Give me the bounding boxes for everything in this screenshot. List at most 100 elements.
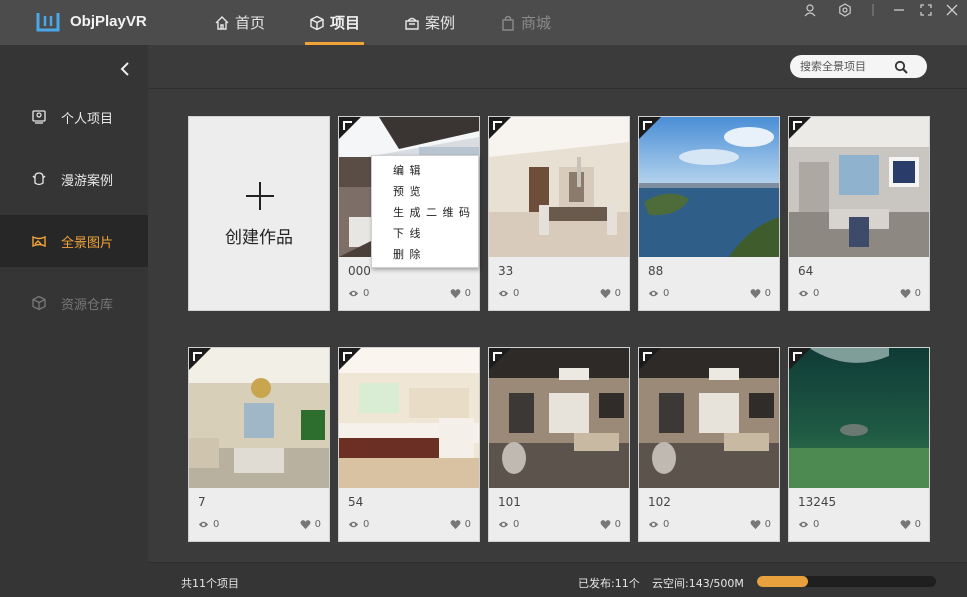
- view-count: 0: [198, 519, 219, 530]
- cube-icon: [310, 15, 324, 30]
- case-icon: [405, 17, 419, 30]
- panorama-badge-icon: [339, 117, 361, 139]
- search-icon[interactable]: [894, 60, 908, 74]
- view-count: 0: [498, 519, 519, 530]
- cloud-space-progress-fill: [757, 576, 809, 587]
- project-title: 13245: [798, 495, 837, 509]
- project-title: 000: [348, 264, 371, 278]
- project-card[interactable]: 64 0 0: [788, 116, 930, 311]
- project-card[interactable]: 7 0 0: [188, 347, 330, 542]
- view-count-value: 0: [663, 519, 670, 530]
- plus-icon: [246, 182, 274, 210]
- like-count: 0: [750, 288, 771, 299]
- sidebar-item-label: 个人项目: [61, 111, 114, 127]
- eye-icon: [498, 290, 509, 297]
- eye-icon: [348, 290, 359, 297]
- project-card[interactable]: 13245 0 0: [788, 347, 930, 542]
- menu-item-offline[interactable]: 下 线: [372, 223, 478, 244]
- tab-cases[interactable]: 案例: [404, 0, 455, 45]
- project-card[interactable]: 54 0 0: [338, 347, 480, 542]
- create-project-label: 创建作品: [225, 228, 293, 248]
- sidebar: 个人项目 漫游案例 全景图片 资源仓库: [0, 45, 148, 597]
- view-count-value: 0: [813, 519, 820, 530]
- collapse-chevron-icon[interactable]: [116, 60, 134, 78]
- project-card[interactable]: 101 0 0: [488, 347, 630, 542]
- project-title: 102: [648, 495, 671, 509]
- context-menu: 编 辑 预 览 生 成 二 维 码 下 线 删 除: [371, 155, 479, 268]
- view-count-value: 0: [363, 288, 370, 299]
- like-count: 0: [900, 519, 921, 530]
- published-count: 已发布:11个: [578, 577, 640, 590]
- project-title: 7: [198, 495, 206, 509]
- cloud-space: 云空间:143/500M: [652, 577, 744, 590]
- like-count: 0: [900, 288, 921, 299]
- eye-icon: [198, 521, 209, 528]
- like-count: 0: [450, 288, 471, 299]
- close-icon[interactable]: [945, 3, 959, 17]
- heart-icon: [300, 520, 311, 530]
- panorama-badge-icon: [639, 117, 661, 139]
- tour-case-icon: [32, 172, 46, 186]
- tab-projects[interactable]: 项目: [304, 0, 365, 45]
- project-card[interactable]: 33 0 0: [488, 116, 630, 311]
- project-card[interactable]: 102 0 0: [638, 347, 780, 542]
- view-count: 0: [348, 288, 369, 299]
- resource-icon: [32, 295, 46, 311]
- sidebar-item-panorama[interactable]: 全景图片: [0, 215, 148, 267]
- sidebar-item-tour-cases[interactable]: 漫游案例: [0, 153, 148, 205]
- user-icon[interactable]: [803, 3, 817, 17]
- status-bar: 共11个项目 已发布:11个 云空间:143/500M: [148, 562, 967, 597]
- sidebar-item-resources[interactable]: 资源仓库: [0, 277, 148, 329]
- view-count-value: 0: [513, 288, 520, 299]
- shop-icon: [502, 15, 514, 31]
- menu-item-preview[interactable]: 预 览: [372, 181, 478, 202]
- panorama-icon: [32, 235, 46, 248]
- like-count: 0: [600, 519, 621, 530]
- create-project-card[interactable]: 创建作品: [188, 116, 330, 311]
- view-count: 0: [348, 519, 369, 530]
- sidebar-item-label: 资源仓库: [61, 297, 114, 313]
- like-count: 0: [600, 288, 621, 299]
- like-count: 0: [750, 519, 771, 530]
- like-count-value: 0: [464, 288, 471, 299]
- project-title: 88: [648, 264, 664, 278]
- project-card[interactable]: 88 0 0: [638, 116, 780, 311]
- project-title: 54: [348, 495, 364, 509]
- tab-shop[interactable]: 商城: [500, 0, 551, 45]
- view-count: 0: [648, 288, 669, 299]
- settings-icon[interactable]: [838, 3, 852, 17]
- menu-item-edit[interactable]: 编 辑: [372, 160, 478, 181]
- heart-icon: [600, 520, 611, 530]
- maximize-icon[interactable]: [919, 3, 933, 17]
- menu-item-delete[interactable]: 删 除: [372, 244, 478, 265]
- like-count-value: 0: [764, 288, 771, 299]
- panorama-badge-icon: [789, 348, 811, 370]
- minimize-icon[interactable]: [892, 3, 906, 17]
- tab-home[interactable]: 首页: [214, 0, 265, 45]
- cloud-space-progress: [757, 576, 936, 587]
- heart-icon: [450, 289, 461, 299]
- tab-home-label: 首页: [235, 14, 266, 32]
- top-bar: ObjPlayVR 首页 项目 案例 商城: [0, 0, 967, 45]
- project-title: 64: [798, 264, 814, 278]
- tab-cases-label: 案例: [425, 14, 456, 32]
- panorama-badge-icon: [639, 348, 661, 370]
- sidebar-item-label: 全景图片: [61, 235, 114, 251]
- eye-icon: [648, 290, 659, 297]
- menu-item-generate-qrcode[interactable]: 生 成 二 维 码: [372, 202, 478, 223]
- eye-icon: [498, 521, 509, 528]
- like-count-value: 0: [914, 288, 921, 299]
- heart-icon: [900, 289, 911, 299]
- view-count: 0: [498, 288, 519, 299]
- project-title: 101: [498, 495, 521, 509]
- personal-project-icon: [32, 110, 46, 124]
- sidebar-item-personal-projects[interactable]: 个人项目: [0, 91, 148, 143]
- like-count: 0: [300, 519, 321, 530]
- home-icon: [215, 15, 229, 30]
- app-title: ObjPlayVR: [70, 13, 147, 30]
- eye-icon: [348, 521, 359, 528]
- panorama-badge-icon: [339, 348, 361, 370]
- like-count-value: 0: [614, 519, 621, 530]
- search-input[interactable]: [800, 58, 895, 75]
- panorama-badge-icon: [489, 117, 511, 139]
